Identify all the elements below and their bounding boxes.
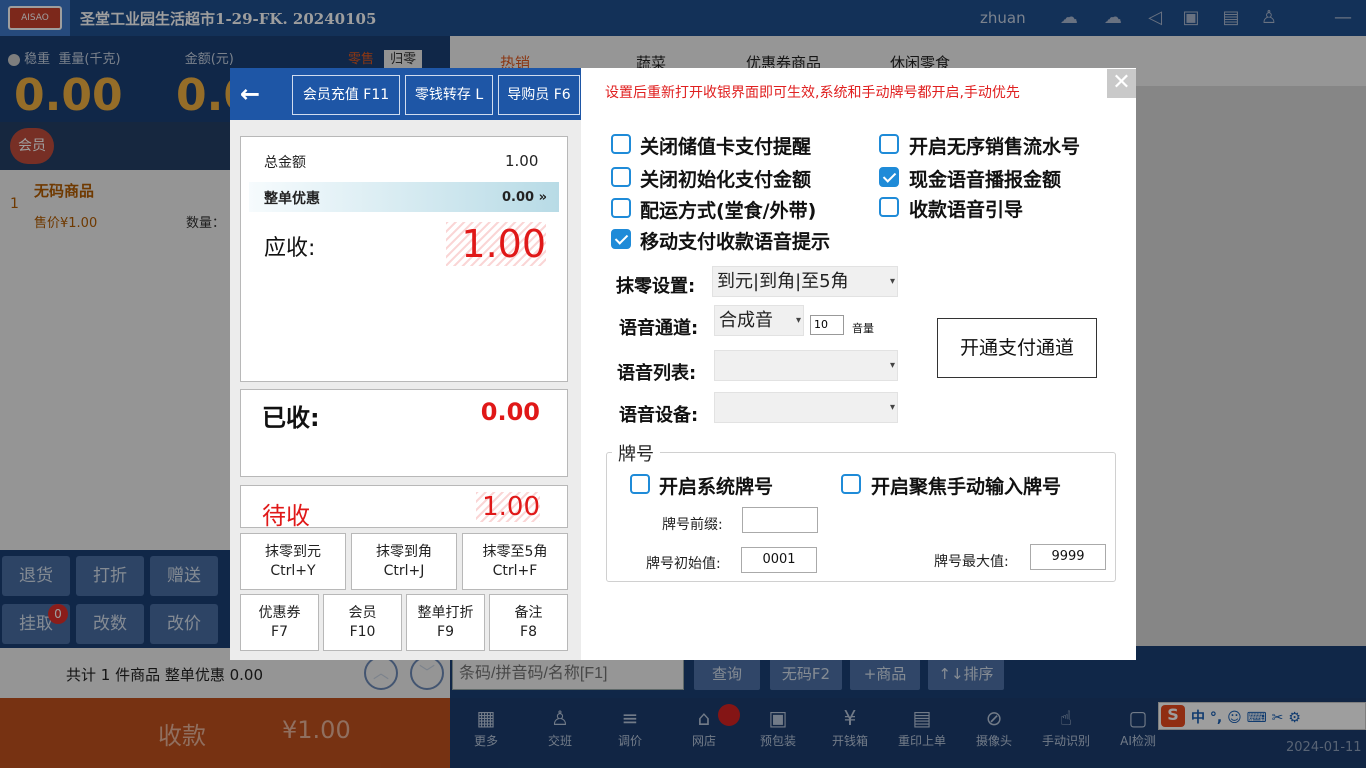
plate-start-input[interactable]: 0001 [741,547,817,573]
option-checkbox-6[interactable] [611,229,631,249]
change-deposit-button[interactable]: 零钱转存 L [405,75,493,115]
chevron-down-icon: » [538,190,548,205]
close-button[interactable]: ✕ [1107,69,1136,98]
receivable-value: 1.00 [446,222,546,266]
option-label-1: 开启无序销售流水号 [909,136,1081,158]
whole-discount-button[interactable]: 整单打折 F9 [406,594,485,651]
pending-label: 待收 [262,502,310,530]
voice-channel-label: 语音通道: [619,318,699,339]
rounding-select[interactable]: 到元|到角|至5角 ▾ [712,266,898,297]
option-checkbox-3[interactable] [879,167,899,187]
option-checkbox-0[interactable] [611,134,631,154]
plate-focus-label: 开启聚焦手动输入牌号 [871,476,1062,498]
option-checkbox-2[interactable] [611,167,631,187]
coupon-button[interactable]: 优惠券 F7 [240,594,319,651]
receivable-label: 应收: [264,236,316,261]
plate-max-input[interactable]: 9999 [1030,544,1106,570]
back-arrow-icon[interactable]: ← [240,80,260,108]
voice-list-label: 语音列表: [617,363,697,384]
option-label-3: 现金语音播报金额 [909,169,1062,191]
option-label-2: 关闭初始化支付金额 [640,169,812,191]
option-label-4: 配运方式(堂食/外带) [640,200,817,222]
settings-notice: 设置后重新打开收银界面即可生效,系统和手动牌号都开启,手动优先 [605,85,1020,101]
chevron-down-icon: ▾ [889,402,895,413]
discount-value: 0.00 » [502,190,548,205]
close-icon: ✕ [1112,70,1131,95]
volume-unit: 音量 [852,322,874,335]
voice-list-select[interactable]: ▾ [714,350,898,381]
member-recharge-button[interactable]: 会员充值 F11 [292,75,400,115]
chevron-down-icon: ▾ [889,360,895,371]
option-checkbox-5[interactable] [879,197,899,217]
option-checkbox-1[interactable] [879,134,899,154]
open-payment-channel-button[interactable]: 开通支付通道 [937,318,1097,378]
option-label-5: 收款语音引导 [909,199,1024,221]
total-label: 总金额 [264,155,306,171]
round-to-yuan-button[interactable]: 抹零到元 Ctrl+Y [240,533,346,590]
rounding-label: 抹零设置: [616,276,696,297]
discount-label: 整单优惠 [264,191,320,207]
member-key-button[interactable]: 会员 F10 [323,594,402,651]
plate-system-checkbox[interactable] [630,474,650,494]
option-label-0: 关闭储值卡支付提醒 [640,136,812,158]
voice-device-label: 语音设备: [619,405,699,426]
remark-button[interactable]: 备注 F8 [489,594,568,651]
plate-system-label: 开启系统牌号 [659,476,774,498]
shopping-guide-button[interactable]: 导购员 F6 [498,75,580,115]
chevron-down-icon: ▾ [889,276,895,287]
plate-max-label: 牌号最大值: [934,554,1009,570]
plate-group-title: 牌号 [612,440,660,466]
received-label: 已收: [262,404,320,432]
volume-input[interactable]: 10 [810,315,844,335]
voice-channel-select[interactable]: 合成音 ▾ [714,305,804,336]
option-label-6: 移动支付收款语音提示 [640,231,831,253]
pending-value: 1.00 [476,492,540,522]
plate-prefix-input[interactable] [742,507,818,533]
plate-start-label: 牌号初始值: [646,556,721,572]
round-to-jiao-button[interactable]: 抹零到角 Ctrl+J [351,533,457,590]
voice-device-select[interactable]: ▾ [714,392,898,423]
plate-prefix-label: 牌号前缀: [662,517,723,533]
received-value: 0.00 [480,398,540,426]
option-checkbox-4[interactable] [611,198,631,218]
round-to-half-button[interactable]: 抹零至5角 Ctrl+F [462,533,568,590]
chevron-down-icon: ▾ [795,315,801,326]
plate-focus-checkbox[interactable] [841,474,861,494]
total-value: 1.00 [505,152,539,170]
